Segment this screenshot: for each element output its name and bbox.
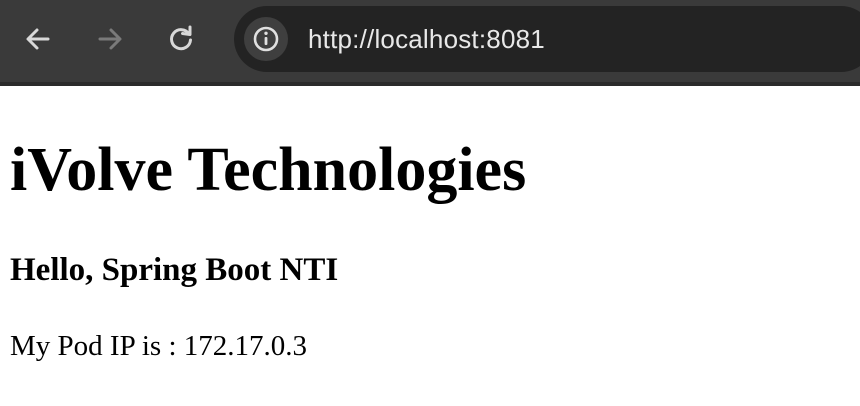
back-button[interactable] — [20, 21, 56, 57]
page-title: iVolve Technologies — [10, 136, 527, 204]
address-bar[interactable]: http://localhost:8081 — [234, 6, 860, 72]
reload-button[interactable] — [163, 21, 199, 57]
arrow-right-icon — [98, 28, 122, 50]
arrow-left-icon — [26, 28, 50, 50]
site-info-button[interactable] — [244, 17, 288, 61]
url-text[interactable]: http://localhost:8081 — [308, 6, 545, 72]
info-icon — [253, 26, 279, 52]
browser-toolbar: http://localhost:8081 — [0, 0, 860, 86]
reload-icon — [170, 25, 192, 51]
pod-ip-text: My Pod IP is : 172.17.0.3 — [10, 330, 308, 362]
greeting-heading: Hello, Spring Boot NTI — [10, 252, 339, 288]
forward-button[interactable] — [92, 21, 128, 57]
